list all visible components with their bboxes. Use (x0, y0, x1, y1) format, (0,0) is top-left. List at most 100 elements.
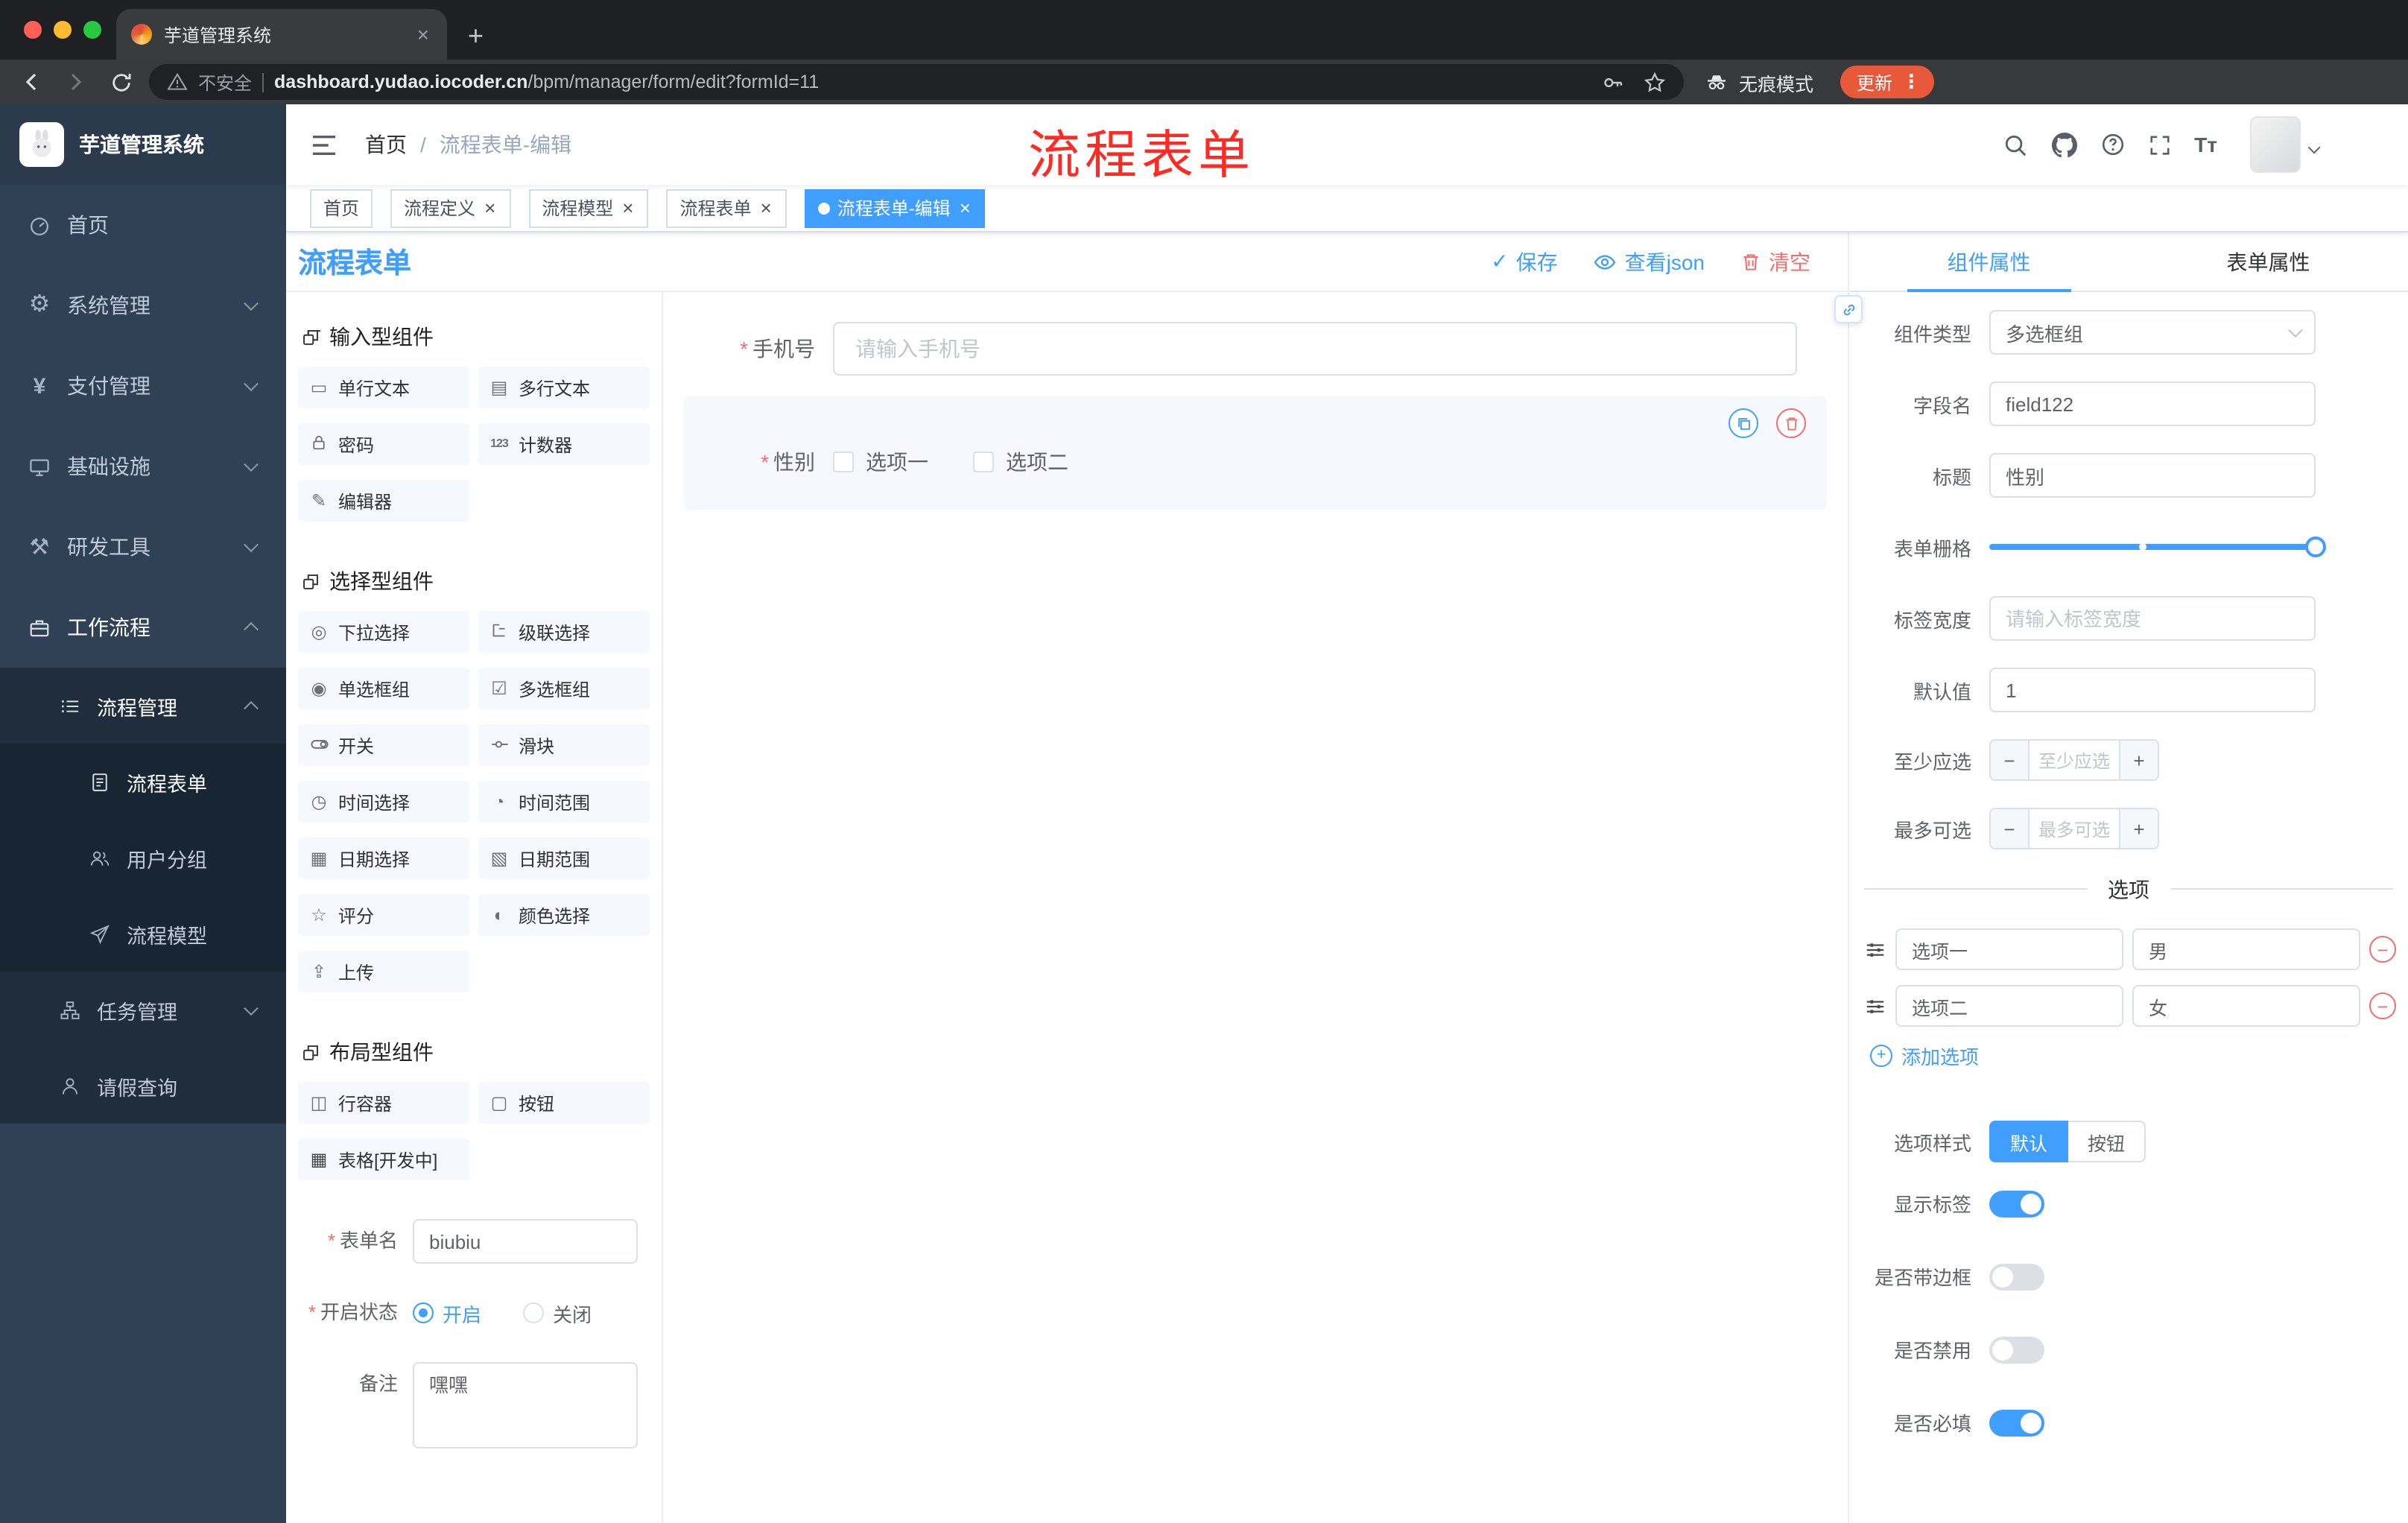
component-counter[interactable]: 123 计数器 (478, 423, 650, 465)
address-bar[interactable]: 不安全 dashboard.yudao.iocoder.cn/bpm/manag… (149, 64, 1684, 100)
required-toggle[interactable] (1989, 1409, 2044, 1436)
update-button[interactable]: 更新 ⋮ (1840, 66, 1935, 98)
sidebar-item-home[interactable]: 首页 (0, 185, 286, 265)
component-rate[interactable]: ☆ 评分 (298, 894, 469, 936)
style-button-button[interactable]: 按钮 (2068, 1121, 2146, 1162)
browser-tab[interactable]: 芋道管理系统 × (116, 9, 447, 60)
style-default-button[interactable]: 默认 (1989, 1121, 2069, 1162)
component-time-range[interactable]: ◔ 时间范围 (478, 781, 650, 823)
option-label-input[interactable] (1895, 928, 2123, 970)
increase-button[interactable]: + (2119, 809, 2158, 848)
sidebar-toggle-icon[interactable] (310, 132, 338, 157)
decrease-button[interactable]: − (1991, 809, 2030, 848)
bookmark-star-icon[interactable] (1644, 71, 1666, 93)
drag-handle-icon[interactable] (1864, 995, 1886, 1017)
reload-button[interactable] (104, 66, 137, 98)
password-key-icon[interactable] (1602, 71, 1624, 93)
component-date-range[interactable]: ▧ 日期范围 (478, 838, 650, 879)
min-select-value[interactable]: 至少应选 (2030, 741, 2119, 779)
sidebar-item-workflow[interactable]: 工作流程 (0, 587, 286, 668)
clear-button[interactable]: 清空 (1740, 247, 1810, 276)
component-color-picker[interactable]: ◐ 颜色选择 (478, 894, 650, 936)
fullscreen-icon[interactable] (2148, 133, 2170, 156)
component-upload[interactable]: ⇪ 上传 (298, 951, 469, 992)
show-label-toggle[interactable] (1989, 1190, 2044, 1217)
option-value-input[interactable] (2132, 928, 2360, 970)
view-json-button[interactable]: 查看json (1594, 247, 1705, 276)
breadcrumb-home[interactable]: 首页 (365, 130, 407, 159)
sidebar-item-process-model[interactable]: 流程模型 (0, 896, 286, 972)
component-button[interactable]: ▢ 按钮 (478, 1082, 650, 1124)
drag-handle-icon[interactable] (1864, 938, 1886, 960)
tag-close-icon[interactable]: × (621, 198, 635, 218)
github-icon[interactable] (2051, 132, 2077, 157)
component-type-select[interactable] (1989, 310, 2316, 355)
disabled-toggle[interactable] (1989, 1336, 2044, 1363)
decrease-button[interactable]: − (1991, 741, 2030, 779)
new-tab-button[interactable]: + (468, 22, 484, 49)
avatar[interactable] (2250, 116, 2301, 173)
gender-option-2[interactable]: 选项二 (973, 447, 1068, 477)
tag-home[interactable]: 首页 (310, 189, 373, 227)
sidebar-item-task-management[interactable]: 任务管理 (0, 972, 286, 1048)
form-grid-slider[interactable] (1989, 525, 2326, 569)
component-switch[interactable]: 开关 (298, 724, 469, 766)
tag-close-icon[interactable]: × (483, 198, 497, 218)
component-password[interactable]: 密码 (298, 423, 469, 465)
component-radio-group[interactable]: ◉ 单选框组 (298, 668, 469, 709)
forward-button[interactable] (60, 66, 92, 98)
user-menu[interactable] (2250, 116, 2321, 173)
max-select-value[interactable]: 最多可选 (2030, 809, 2119, 848)
font-size-icon[interactable]: Tт (2194, 133, 2217, 156)
form-canvas[interactable]: * 手机号 请输入手机号 * 性别 选项一 选项二 (663, 292, 1848, 1523)
sidebar-item-devtools[interactable]: ⚒ 研发工具 (0, 507, 286, 587)
sidebar-item-system[interactable]: ⚙ 系统管理 (0, 265, 286, 346)
browser-menu-icon[interactable]: ⋮ (1901, 70, 1921, 94)
canvas-field-gender[interactable]: * 性别 选项一 选项二 (684, 396, 1827, 510)
delete-component-icon[interactable] (1776, 408, 1806, 438)
gender-option-1[interactable]: 选项一 (833, 447, 928, 477)
sidebar-item-user-groups[interactable]: 用户分组 (0, 820, 286, 896)
security-warning-icon[interactable] (167, 72, 188, 92)
status-closed-radio[interactable]: 关闭 (523, 1299, 592, 1327)
label-width-input[interactable] (1989, 596, 2316, 641)
canvas-field-phone[interactable]: * 手机号 (684, 310, 1827, 387)
page-url[interactable]: dashboard.yudao.iocoder.cn/bpm/manager/f… (274, 72, 1582, 92)
checkbox[interactable] (833, 452, 854, 472)
tab-component-props[interactable]: 组件属性 (1849, 232, 2129, 291)
security-label[interactable]: 不安全 (198, 69, 252, 95)
search-icon[interactable] (2002, 132, 2027, 157)
field-name-input[interactable] (1989, 381, 2316, 426)
component-checkbox-group[interactable]: ☑ 多选框组 (478, 668, 650, 709)
slider-track[interactable] (1989, 536, 2326, 557)
sidebar-item-infrastructure[interactable]: 基础设施 (0, 426, 286, 507)
component-time-picker[interactable]: ◷ 时间选择 (298, 781, 469, 823)
sidebar-item-payment[interactable]: ¥ 支付管理 (0, 346, 286, 426)
component-date-picker[interactable]: ▦ 日期选择 (298, 838, 469, 879)
app-logo-row[interactable]: 芋道管理系统 (0, 104, 286, 185)
form-remark-textarea[interactable]: 嘿嘿 (413, 1362, 638, 1448)
remove-option-icon[interactable]: − (2369, 936, 2396, 963)
border-toggle[interactable] (1989, 1263, 2044, 1290)
phone-input[interactable] (833, 322, 1797, 376)
option-value-input[interactable] (2132, 985, 2360, 1027)
default-value-input[interactable] (1989, 668, 2316, 712)
tag-process-model[interactable]: 流程模型 × (528, 189, 649, 227)
slider-handle[interactable] (2305, 536, 2326, 557)
component-editor[interactable]: ✎ 编辑器 (298, 480, 469, 522)
tag-process-form[interactable]: 流程表单 × (666, 189, 787, 227)
remove-option-icon[interactable]: − (2369, 992, 2396, 1019)
sidebar-item-leave-query[interactable]: 请假查询 (0, 1048, 286, 1124)
checkbox[interactable] (973, 452, 994, 472)
title-input[interactable] (1989, 453, 2316, 498)
link-icon[interactable] (1834, 295, 1863, 323)
sidebar-item-process-form[interactable]: 流程表单 (0, 744, 286, 820)
component-slider[interactable]: 滑块 (478, 724, 650, 766)
component-table[interactable]: ▦ 表格[开发中] (298, 1139, 469, 1180)
help-icon[interactable] (2100, 133, 2124, 156)
component-multi-text[interactable]: ▤ 多行文本 (478, 367, 650, 408)
tag-process-definition[interactable]: 流程定义 × (390, 189, 511, 227)
form-name-input[interactable] (413, 1219, 638, 1264)
window-zoom-button[interactable] (83, 21, 101, 39)
component-row-container[interactable]: ◫ 行容器 (298, 1082, 469, 1124)
